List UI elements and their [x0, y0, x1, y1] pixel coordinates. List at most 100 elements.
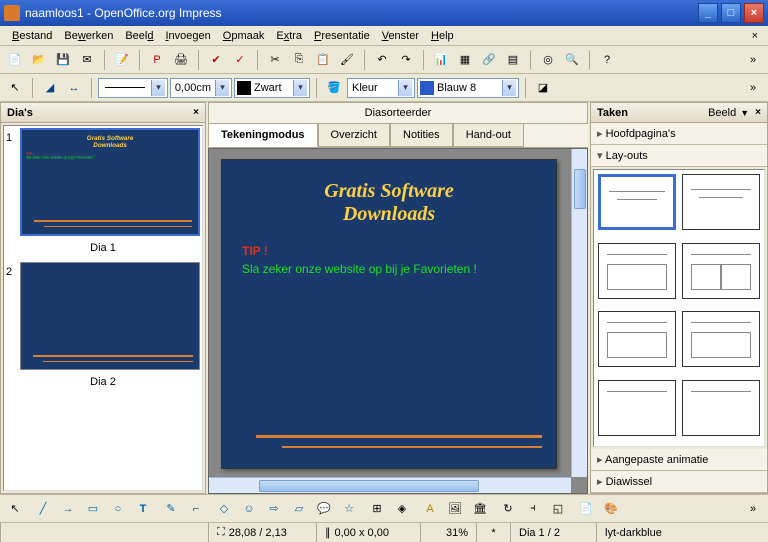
print-button[interactable]: 🖨 [170, 49, 192, 71]
save-button[interactable]: 💾 [52, 49, 74, 71]
ellipse-tool[interactable]: ○ [107, 498, 129, 520]
slide-design-tool[interactable]: 🎨 [600, 498, 622, 520]
edit-canvas[interactable]: Gratis Software Downloads TIP ! Sla zeke… [208, 148, 588, 494]
status-zoom[interactable]: 31% [420, 523, 476, 542]
layout-item[interactable] [682, 311, 760, 367]
line-width-combo[interactable]: 0,00cm [170, 78, 232, 98]
insert-slide-tool[interactable]: 📄 [575, 498, 597, 520]
slides-panel-close-icon[interactable]: × [193, 107, 199, 118]
toolbar-overflow-icon[interactable]: » [742, 49, 764, 71]
task-view-link[interactable]: Beeld [708, 107, 736, 119]
layout-item[interactable] [598, 380, 676, 436]
menu-extra[interactable]: Extra [270, 28, 308, 44]
points-tool[interactable]: ⊞ [366, 498, 388, 520]
menu-help[interactable]: Help [425, 28, 460, 44]
layout-item[interactable] [598, 311, 676, 367]
arrow-tool-button[interactable]: ↖ [4, 77, 26, 99]
scrollbar-vertical[interactable] [571, 149, 587, 477]
spellcheck-button[interactable]: ✔ [205, 49, 227, 71]
close-button[interactable]: × [744, 3, 764, 23]
callout-tool[interactable]: 💬 [313, 498, 335, 520]
new-button[interactable]: 📄 [4, 49, 26, 71]
pdf-button[interactable]: P [146, 49, 168, 71]
help-button[interactable]: ? [596, 49, 618, 71]
scroll-thumb[interactable] [259, 480, 479, 492]
redo-button[interactable]: ↷ [395, 49, 417, 71]
from-file-tool[interactable]: 🖼 [444, 498, 466, 520]
task-panel-close-icon[interactable]: × [755, 107, 761, 118]
copy-button[interactable]: ⎘ [288, 49, 310, 71]
gallery-button[interactable]: ▤ [502, 49, 524, 71]
fill-type-combo[interactable]: Kleur [347, 78, 415, 98]
menu-bestand[interactable]: Bestand [6, 28, 58, 44]
layout-item[interactable] [598, 243, 676, 299]
stars-tool[interactable]: ☆ [338, 498, 360, 520]
scroll-thumb[interactable] [574, 169, 586, 209]
toolbar-overflow-icon[interactable]: » [742, 498, 764, 520]
glue-tool[interactable]: ◈ [391, 498, 413, 520]
layout-item[interactable] [682, 243, 760, 299]
layout-item[interactable] [682, 380, 760, 436]
tab-overzicht[interactable]: Overzicht [318, 124, 390, 147]
fontwork-tool[interactable]: A [419, 498, 441, 520]
tab-handout[interactable]: Hand-out [453, 124, 524, 147]
fill-bucket-icon[interactable]: 🪣 [323, 77, 345, 99]
menu-invoegen[interactable]: Invoegen [159, 28, 216, 44]
menu-opmaak[interactable]: Opmaak [217, 28, 271, 44]
task-section-animation[interactable]: Aangepaste animatie [591, 449, 767, 471]
curve-tool[interactable]: ✎ [160, 498, 182, 520]
line-end-button[interactable]: ◢ [39, 77, 61, 99]
task-section-master[interactable]: Hoofdpagina's [591, 123, 767, 145]
line-style-combo[interactable] [98, 78, 168, 98]
slide-item[interactable]: 1 Gratis Software Downloads TIP ! Sla ze… [6, 128, 200, 236]
gallery-tool[interactable]: 🏛 [469, 498, 491, 520]
sorter-tab[interactable]: Diasorteerder [208, 102, 588, 123]
autospell-button[interactable]: ✓ [229, 49, 251, 71]
line-arrow-button[interactable]: ↔ [63, 77, 85, 99]
paste-button[interactable]: 📋 [312, 49, 334, 71]
basic-shapes-tool[interactable]: ◇ [213, 498, 235, 520]
line-tool[interactable]: ╱ [32, 498, 54, 520]
menu-bewerken[interactable]: Bewerken [58, 28, 119, 44]
slide-thumbnail[interactable] [20, 262, 200, 370]
fill-color-combo[interactable]: Blauw 8 [417, 78, 519, 98]
minimize-button[interactable]: _ [698, 3, 718, 23]
flowchart-tool[interactable]: ▱ [288, 498, 310, 520]
menu-venster[interactable]: Venster [376, 28, 425, 44]
connector-tool[interactable]: ⌐ [185, 498, 207, 520]
edit-file-button[interactable]: 📝 [111, 49, 133, 71]
cut-button[interactable]: ✂ [264, 49, 286, 71]
rect-tool[interactable]: ▭ [82, 498, 104, 520]
symbol-shapes-tool[interactable]: ☺ [238, 498, 260, 520]
email-button[interactable]: ✉ [76, 49, 98, 71]
toolbar-overflow-icon[interactable]: » [742, 77, 764, 99]
zoom-button[interactable]: 🔍 [561, 49, 583, 71]
layout-item[interactable] [598, 174, 676, 230]
chart-button[interactable]: 📊 [430, 49, 452, 71]
layout-item[interactable] [682, 174, 760, 230]
slide-item[interactable]: 2 [6, 262, 200, 370]
menubar-close-icon[interactable]: × [748, 30, 762, 42]
maximize-button[interactable]: □ [721, 3, 741, 23]
arrow-line-tool[interactable]: → [57, 498, 79, 520]
navigator-button[interactable]: ◎ [537, 49, 559, 71]
tab-tekeningmodus[interactable]: Tekeningmodus [208, 124, 318, 147]
block-arrows-tool[interactable]: ⇨ [263, 498, 285, 520]
hyperlink-button[interactable]: 🔗 [478, 49, 500, 71]
slide-thumbnail[interactable]: Gratis Software Downloads TIP ! Sla zeke… [20, 128, 200, 236]
select-tool[interactable]: ↖ [4, 498, 26, 520]
shadow-button[interactable]: ◪ [532, 77, 554, 99]
rotate-tool[interactable]: ↻ [497, 498, 519, 520]
formatpaint-button[interactable]: 🖌 [336, 49, 358, 71]
table-button[interactable]: ▦ [454, 49, 476, 71]
tab-notities[interactable]: Notities [390, 124, 453, 147]
scrollbar-horizontal[interactable] [209, 477, 571, 493]
task-section-layouts[interactable]: Lay-outs [591, 145, 767, 167]
align-tool[interactable]: ⫞ [522, 498, 544, 520]
text-tool[interactable]: T [132, 498, 154, 520]
menu-presentatie[interactable]: Presentatie [308, 28, 376, 44]
line-color-combo[interactable]: Zwart [234, 78, 310, 98]
slide-main[interactable]: Gratis Software Downloads TIP ! Sla zeke… [221, 159, 557, 469]
open-button[interactable]: 📂 [28, 49, 50, 71]
task-section-transition[interactable]: Diawissel [591, 471, 767, 493]
